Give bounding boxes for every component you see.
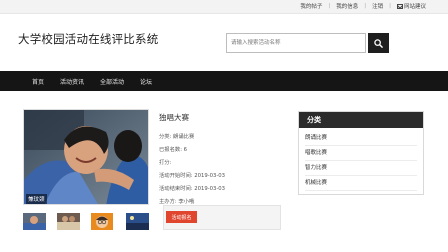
mail-icon	[396, 4, 403, 9]
thumbnail-1[interactable]	[23, 213, 46, 230]
feedback-link[interactable]: 网站建议	[396, 2, 426, 10]
nav-item-home[interactable]: 首页	[32, 77, 44, 86]
nav-item-all-activities[interactable]: 全部活动	[100, 77, 124, 86]
main-nav: 首页 活动资讯 全部活动 论坛	[0, 71, 448, 91]
photo-caption: 兼玟颈	[26, 194, 47, 204]
site-title: 大学校园活动在线评比系统	[18, 32, 159, 46]
activity-end-time: 活动结束时间: 2019-03-03	[159, 186, 226, 192]
category-item-intelligence[interactable]: 智力比赛	[305, 161, 417, 176]
activity-start-time: 活动开始时间: 2019-03-03	[159, 173, 226, 179]
thumbnail-image	[91, 213, 113, 230]
category-panel: 分类 朗诵比赛 唱歌比赛 智力比赛 机械比赛	[298, 111, 424, 195]
activity-main-photo	[23, 109, 149, 205]
logout-link[interactable]: 注销	[372, 2, 383, 10]
search-button[interactable]	[368, 33, 389, 53]
activity-rating: 打分:	[159, 160, 172, 166]
search-icon	[374, 38, 383, 48]
nav-item-news[interactable]: 活动资讯	[60, 77, 84, 86]
category-item-mechanical[interactable]: 机械比赛	[305, 176, 417, 191]
activity-info: 独唱大赛 分类: 朗诵比赛 已报名数: 6 打分: 活动开始时间: 2019-0…	[159, 112, 225, 210]
thumbnail-3[interactable]	[91, 213, 113, 230]
category-item-recitation[interactable]: 朗诵比赛	[305, 131, 417, 146]
thumbnail-4[interactable]	[126, 213, 149, 230]
thumbnail-image	[126, 213, 149, 230]
top-utility-bar: 我的帖子 | 我的信息 | 注销 | 网站建议	[0, 0, 448, 14]
signup-button[interactable]: 活动报名	[166, 211, 197, 223]
hug-photo-image	[24, 110, 148, 204]
activity-title: 独唱大赛	[159, 113, 189, 122]
thumbnail-image	[23, 213, 46, 230]
activity-signup-count: 已报名数: 6	[159, 147, 188, 153]
thumbnail-image	[57, 213, 80, 230]
separator: |	[364, 3, 367, 9]
activity-category: 分类: 朗诵比赛	[159, 134, 195, 140]
thumbnail-2[interactable]	[57, 213, 80, 230]
separator: |	[328, 3, 331, 9]
category-item-singing[interactable]: 唱歌比赛	[305, 146, 417, 161]
feedback-label: 网站建议	[403, 4, 426, 10]
category-header: 分类	[299, 112, 423, 128]
my-info-link[interactable]: 我的信息	[336, 2, 358, 10]
my-posts-link[interactable]: 我的帖子	[300, 2, 322, 10]
separator: |	[389, 3, 391, 9]
top-links: 我的帖子 | 我的信息 | 注销 | 网站建议	[300, 2, 426, 10]
nav-item-forum[interactable]: 论坛	[140, 77, 152, 86]
search-input[interactable]	[226, 33, 366, 53]
